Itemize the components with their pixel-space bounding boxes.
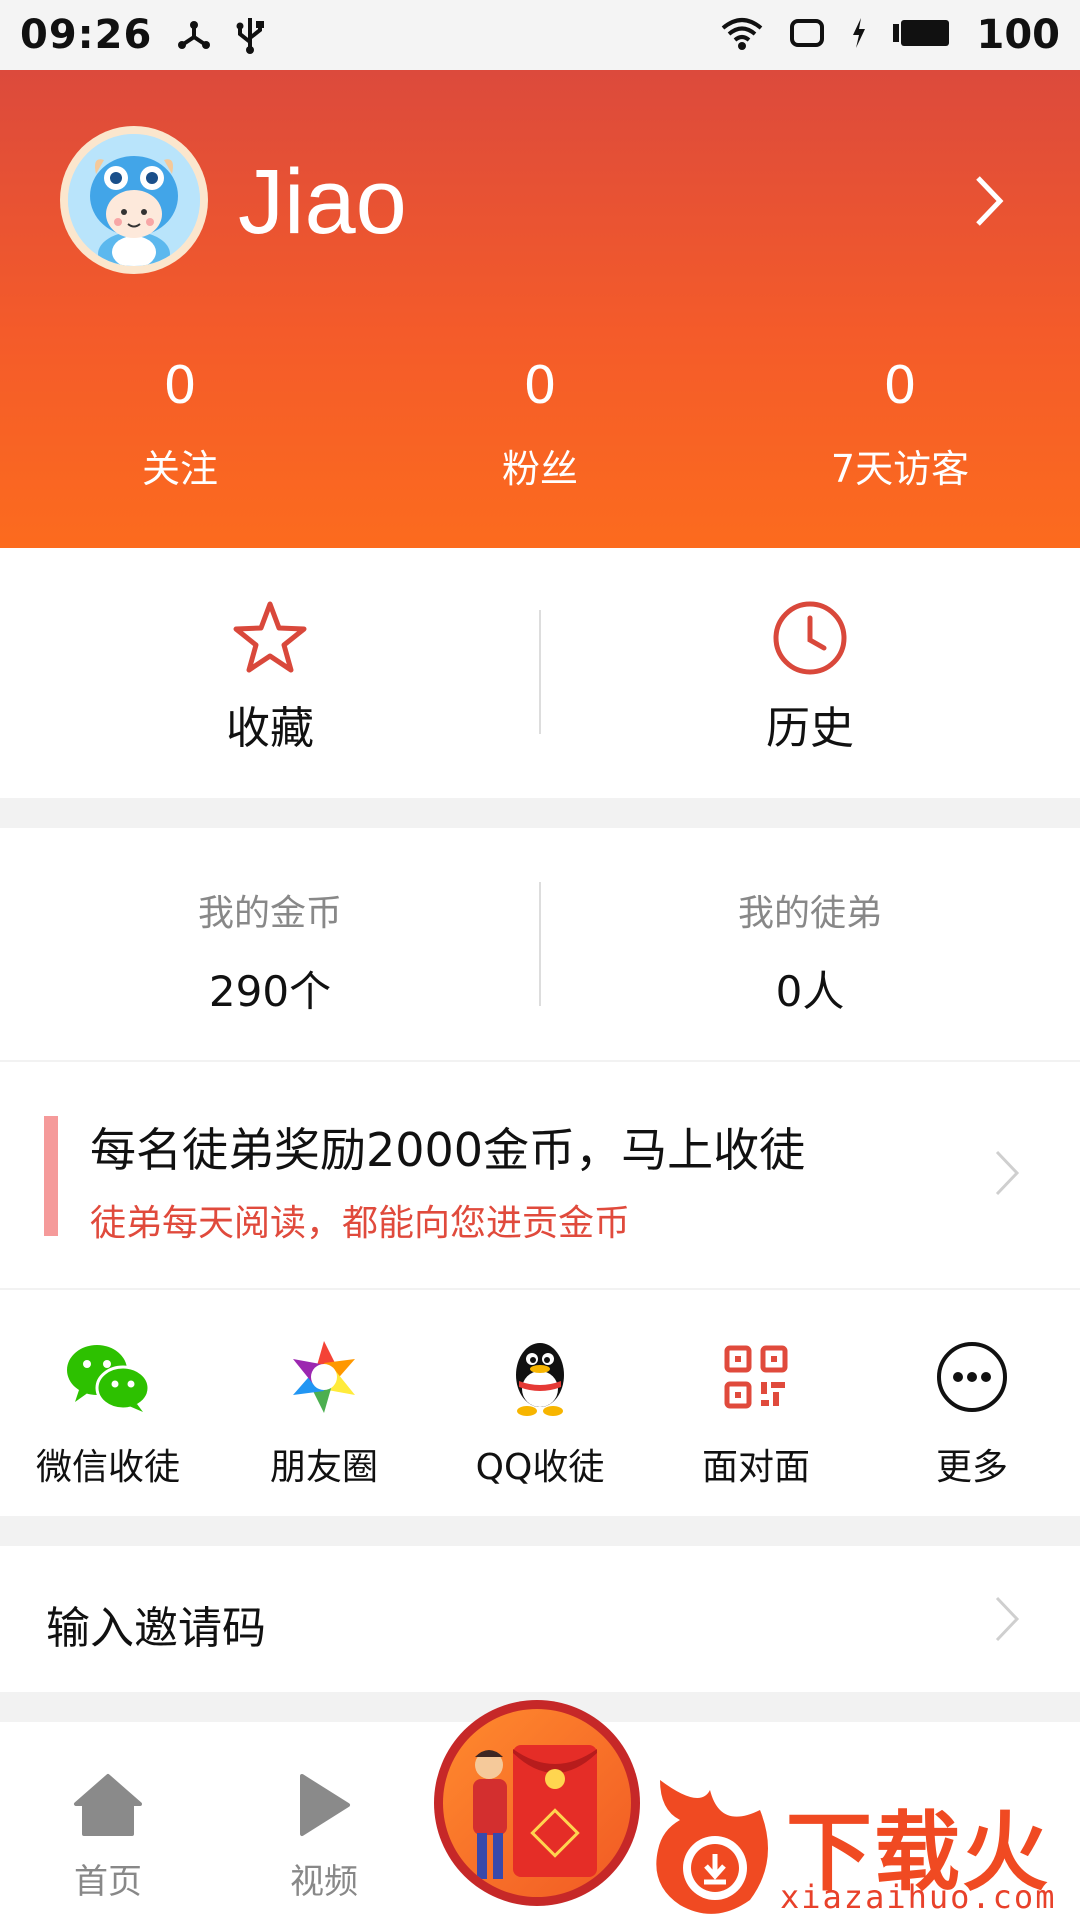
- watermark: 下载火 xiazaihuo.com: [640, 1770, 1080, 1920]
- my-apprentices[interactable]: 我的徒弟 0人: [540, 828, 1080, 1060]
- promo-subtitle: 徒弟每天阅读，都能向您进贡金币: [90, 1203, 631, 1244]
- my-coins[interactable]: 我的金币 290个: [0, 828, 540, 1060]
- history-button[interactable]: 历史: [540, 548, 1080, 798]
- screen-rotate-icon: [789, 18, 825, 52]
- favorites-label: 收藏: [226, 703, 314, 754]
- nav-video[interactable]: 视频: [216, 1722, 432, 1903]
- chevron-right-icon[interactable]: [972, 174, 1006, 232]
- account-summary: 我的金币 290个 我的徒弟 0人: [0, 828, 1080, 1060]
- wifi-icon: [721, 16, 763, 54]
- moments-icon: [281, 1334, 367, 1420]
- nav-label: 首页: [74, 1862, 142, 1902]
- usb-icon: [236, 16, 265, 54]
- share-options: 微信收徒 朋友圈 QQ收徒 面对面 更多: [0, 1290, 1080, 1516]
- share-label: 朋友圈: [269, 1447, 378, 1488]
- home-icon: [72, 1772, 144, 1842]
- coins-title: 我的金币: [197, 893, 342, 934]
- stat-label: 7天访客: [830, 447, 970, 491]
- red-packet-button[interactable]: [434, 1700, 640, 1906]
- stat-value: 0: [883, 356, 917, 416]
- share-wechat[interactable]: 微信收徒: [0, 1290, 216, 1516]
- invite-code-label: 输入邀请码: [46, 1603, 266, 1654]
- coins-value: 290个: [208, 967, 332, 1016]
- status-bar: 09:26 100: [0, 0, 1080, 70]
- profile-stats: 0 关注 0 粉丝 0 7天访客: [0, 360, 1080, 493]
- watermark-url: xiazaihuo.com: [780, 1878, 1057, 1916]
- nav-label: 视频: [290, 1862, 358, 1902]
- status-time: 09:26: [20, 12, 153, 58]
- promo-accent-bar: [44, 1116, 58, 1236]
- invite-code-row[interactable]: 输入邀请码: [0, 1546, 1080, 1692]
- stat-label: 粉丝: [501, 447, 578, 491]
- apprentice-value: 0人: [775, 967, 845, 1016]
- play-icon: [294, 1772, 354, 1842]
- more-icon: [929, 1334, 1015, 1420]
- qq-icon: [497, 1334, 583, 1420]
- stat-label: 关注: [141, 447, 218, 491]
- recruit-promo[interactable]: 每名徒弟奖励2000金币，马上收徒 徒弟每天阅读，都能向您进贡金币: [0, 1062, 1080, 1288]
- stat-fans[interactable]: 0 粉丝: [360, 360, 720, 493]
- share-label: 更多: [935, 1447, 1008, 1488]
- share-qq[interactable]: QQ收徒: [432, 1290, 648, 1516]
- apprentice-title: 我的徒弟: [737, 893, 882, 934]
- wechat-icon: [65, 1334, 151, 1420]
- divider: [539, 882, 541, 1006]
- chevron-right-icon: [992, 1148, 1022, 1202]
- nav-home[interactable]: 首页: [0, 1722, 216, 1903]
- divider: [539, 610, 541, 734]
- flame-logo-icon: [656, 1780, 768, 1914]
- stat-following[interactable]: 0 关注: [0, 360, 360, 493]
- shortcut-row: 收藏 历史: [0, 548, 1080, 798]
- avatar[interactable]: [60, 126, 208, 274]
- history-label: 历史: [766, 703, 854, 754]
- username: Jiao: [238, 151, 407, 253]
- qrcode-icon: [713, 1334, 799, 1420]
- charging-icon: [851, 18, 867, 52]
- share-moments[interactable]: 朋友圈: [216, 1290, 432, 1516]
- chevron-right-icon: [992, 1594, 1022, 1648]
- share-label: 微信收徒: [35, 1447, 180, 1488]
- stat-visitors[interactable]: 0 7天访客: [720, 360, 1080, 493]
- favorites-button[interactable]: 收藏: [0, 548, 540, 798]
- promo-title: 每名徒弟奖励2000金币，马上收徒: [90, 1123, 806, 1177]
- clock-icon: [770, 598, 850, 682]
- share-label: QQ收徒: [475, 1447, 605, 1488]
- share-face-to-face[interactable]: 面对面: [648, 1290, 864, 1516]
- battery-level: 100: [976, 12, 1061, 58]
- battery-icon: [892, 18, 951, 52]
- stat-value: 0: [163, 356, 197, 416]
- profile-header[interactable]: Jiao 0 关注 0 粉丝 0 7天访客: [0, 70, 1080, 548]
- red-envelope-icon: [473, 1745, 597, 1879]
- share-network-icon: [176, 17, 212, 53]
- share-label: 面对面: [701, 1447, 810, 1488]
- share-more[interactable]: 更多: [864, 1290, 1080, 1516]
- stat-value: 0: [523, 356, 557, 416]
- star-icon: [230, 598, 310, 682]
